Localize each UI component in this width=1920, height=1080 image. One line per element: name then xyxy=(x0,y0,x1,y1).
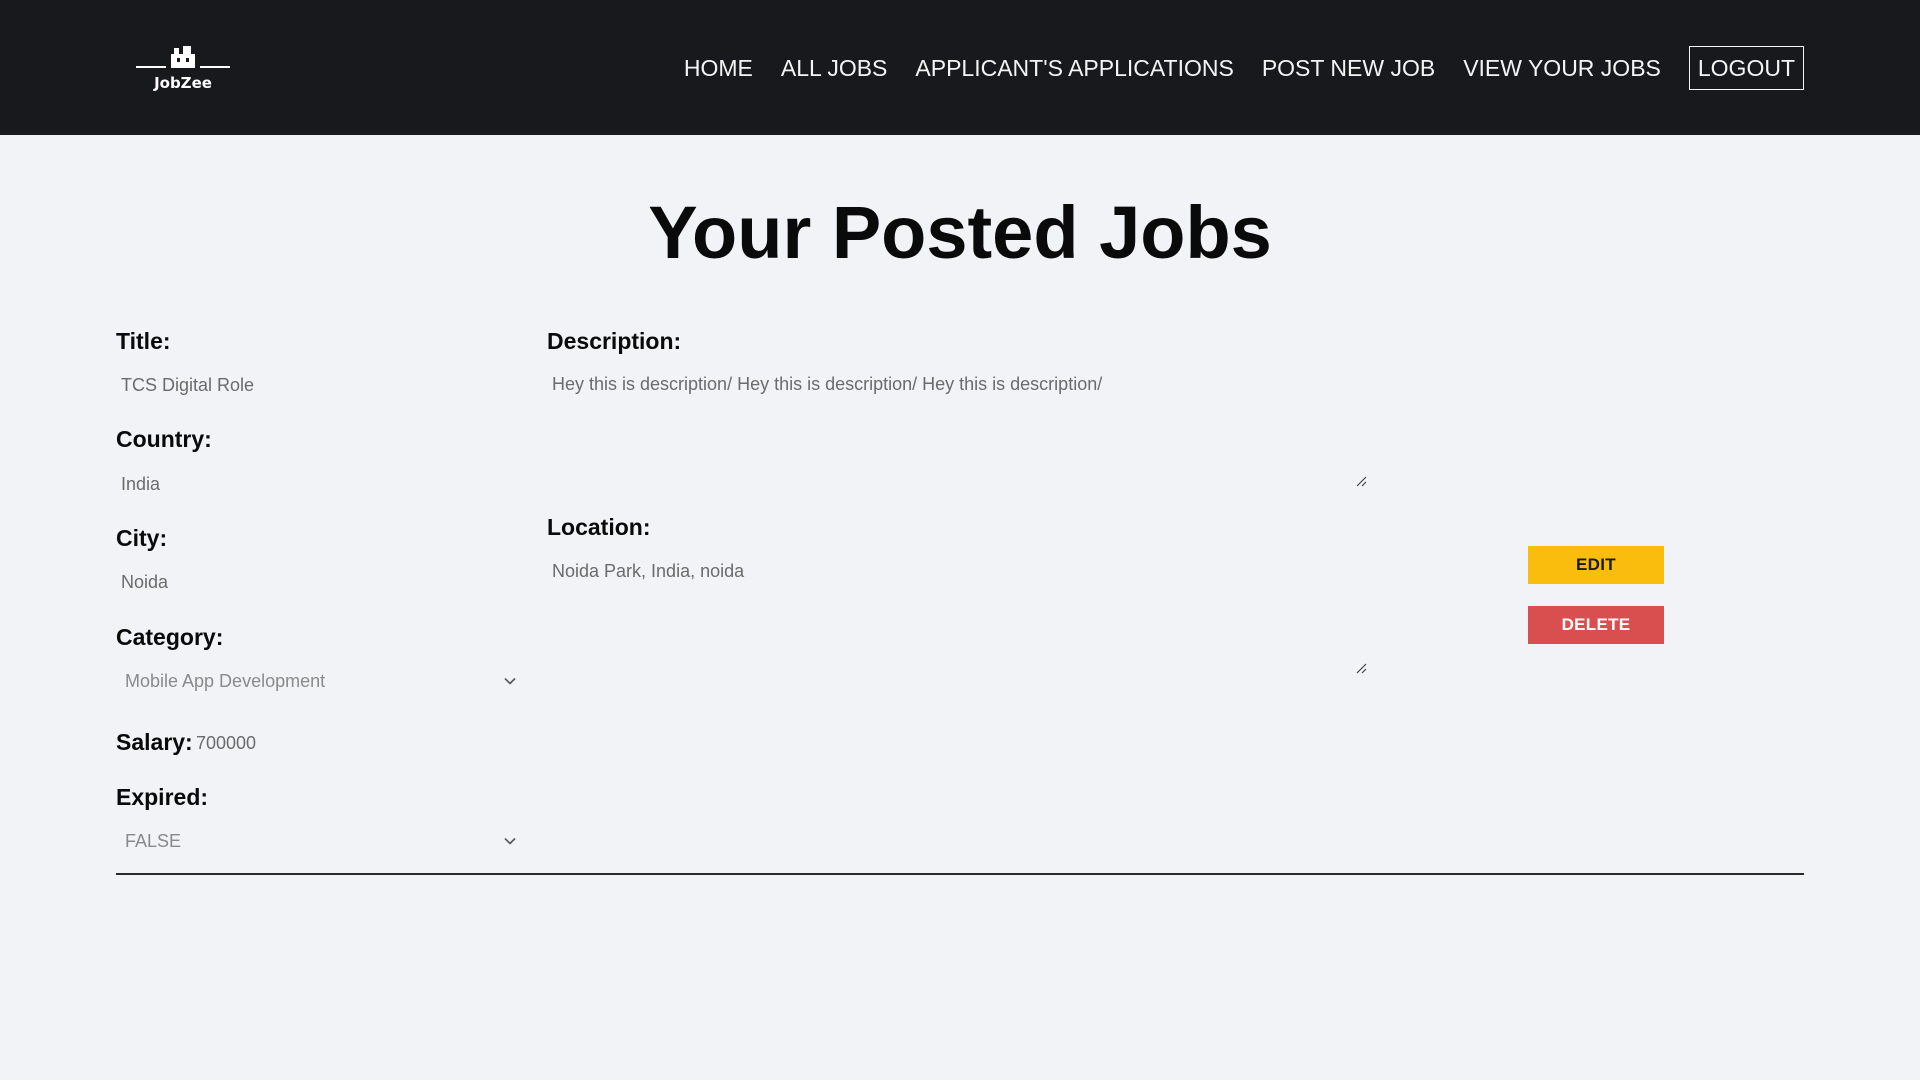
chevron-down-icon xyxy=(504,677,516,685)
page-title: Your Posted Jobs xyxy=(648,191,1272,274)
expired-select-value: FALSE xyxy=(125,830,182,851)
logo-icon xyxy=(136,46,230,68)
title-label: Title: xyxy=(116,328,171,354)
category-label: Category: xyxy=(116,624,224,650)
country-label: Country: xyxy=(116,426,212,452)
nav-post-new-job[interactable]: POST NEW JOB xyxy=(1262,55,1435,82)
resize-grip-icon[interactable] xyxy=(1354,474,1368,488)
description-text: Hey this is description/ Hey this is des… xyxy=(552,374,1103,394)
main-nav: HOME ALL JOBS APPLICANT'S APPLICATIONS P… xyxy=(684,46,1804,90)
category-select[interactable]: Mobile App Development xyxy=(117,664,517,698)
location-text: Noida Park, India, noida xyxy=(552,561,745,581)
description-label: Description: xyxy=(547,328,682,354)
logo-text: JobZee xyxy=(154,74,212,92)
city-input[interactable]: Noida xyxy=(121,572,168,593)
location-textarea[interactable]: Noida Park, India, noida xyxy=(548,555,1368,675)
country-input[interactable]: India xyxy=(121,474,160,495)
expired-select[interactable]: FALSE xyxy=(117,824,517,858)
logo[interactable]: JobZee xyxy=(133,44,233,94)
city-label: City: xyxy=(116,525,168,551)
description-textarea[interactable]: Hey this is description/ Hey this is des… xyxy=(548,368,1368,488)
delete-button[interactable]: DELETE xyxy=(1528,606,1664,644)
location-label: Location: xyxy=(547,514,651,540)
nav-view-your-jobs[interactable]: VIEW YOUR JOBS xyxy=(1463,55,1661,82)
salary-label: Salary: xyxy=(116,729,193,755)
expired-label: Expired: xyxy=(116,784,209,810)
nav-home[interactable]: HOME xyxy=(684,55,753,82)
nav-all-jobs[interactable]: ALL JOBS xyxy=(781,55,888,82)
resize-grip-icon[interactable] xyxy=(1354,661,1368,675)
salary-input[interactable]: 700000 xyxy=(196,733,256,754)
top-navbar: JobZee HOME ALL JOBS APPLICANT'S APPLICA… xyxy=(0,0,1920,135)
edit-button[interactable]: EDIT xyxy=(1528,546,1664,584)
job-divider xyxy=(116,873,1804,875)
title-input[interactable]: TCS Digital Role xyxy=(121,375,254,396)
chevron-down-icon xyxy=(504,837,516,845)
logout-button[interactable]: LOGOUT xyxy=(1688,46,1804,90)
nav-applicants-applications[interactable]: APPLICANT'S APPLICATIONS xyxy=(915,55,1233,82)
category-select-value: Mobile App Development xyxy=(125,670,326,691)
